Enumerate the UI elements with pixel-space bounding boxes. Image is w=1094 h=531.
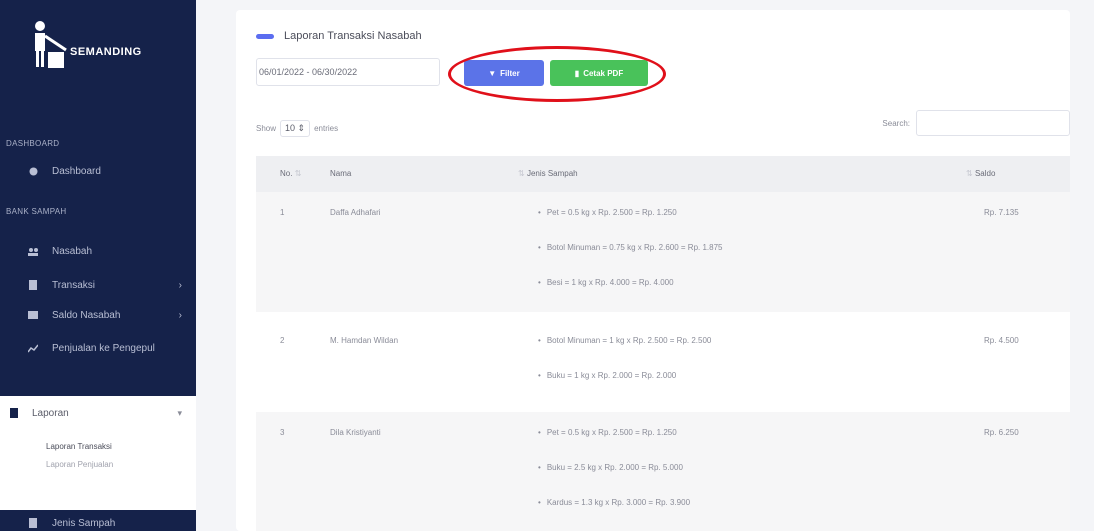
col-saldo[interactable]: ⇅ Saldo (966, 169, 995, 178)
submenu-laporan-penjualan[interactable]: Laporan Penjualan (46, 460, 113, 469)
laporan-submenu: Laporan ▾ Laporan Transaksi Laporan Penj… (0, 396, 196, 510)
file-pdf-icon: ▮ (574, 68, 580, 78)
sidebar: SEMANDING DASHBOARD Dashboard BANK SAMPA… (0, 0, 196, 531)
show-label: Show (256, 124, 277, 133)
submenu-laporan-transaksi[interactable]: Laporan Transaksi (46, 442, 112, 451)
cell-jenis: Pet = 0.5 kg x Rp. 2.500 = Rp. 1.250 Bot… (538, 208, 723, 313)
list-item: Botol Minuman = 1 kg x Rp. 2.500 = Rp. 2… (538, 336, 712, 371)
cell-nama: M. Hamdan Wildan (330, 336, 399, 345)
page-title: Laporan Transaksi Nasabah (256, 30, 422, 42)
list-item: Kardus = 1.3 kg x Rp. 3.000 = Rp. 3.900 (538, 498, 690, 531)
list-item: Pet = 0.5 kg x Rp. 2.500 = Rp. 1.250 (538, 428, 690, 463)
entries-select[interactable]: 10 ⇕ (280, 120, 311, 137)
col-no[interactable]: No. ⇅ (280, 169, 301, 178)
list-item: Botol Minuman = 0.75 kg x Rp. 2.600 = Rp… (538, 243, 723, 278)
sidebar-item-transaksi[interactable]: Transaksi › (0, 272, 196, 298)
sidebar-item-penjualan[interactable]: Penjualan ke Pengepul (0, 335, 196, 361)
cell-nama: Daffa Adhafari (330, 208, 381, 217)
filter-icon: ▼ (488, 68, 497, 78)
cell-saldo: Rp. 7.135 (984, 208, 1019, 217)
sidebar-item-jenis-sampah[interactable]: Jenis Sampah (0, 510, 196, 531)
table-row: 3 Dila Kristiyanti Pet = 0.5 kg x Rp. 2.… (256, 412, 1070, 531)
col-nama[interactable]: Nama (330, 169, 351, 178)
entries-label: entries (314, 124, 339, 133)
search: Search: (882, 110, 1070, 136)
col-jenis[interactable]: ⇅ Jenis Sampah (518, 169, 578, 178)
brand-name: SEMANDING (70, 46, 142, 58)
sort-icon: ⇅ (966, 169, 973, 178)
filter-button[interactable]: ▼ Filter (464, 60, 544, 86)
sidebar-item-laporan[interactable]: Laporan ▾ (10, 396, 196, 430)
filter-button-label: Filter (500, 68, 520, 78)
col-nama-label: Nama (330, 169, 352, 178)
table-row: 2 M. Hamdan Wildan Botol Minuman = 1 kg … (256, 320, 1070, 410)
cell-saldo: Rp. 6.250 (984, 428, 1019, 437)
col-no-label: No. (280, 169, 293, 178)
entries-value: 10 (285, 123, 296, 133)
cell-jenis: Pet = 0.5 kg x Rp. 2.500 = Rp. 1.250 Buk… (538, 428, 690, 531)
search-label: Search: (882, 118, 910, 128)
sort-icon: ⇅ (518, 169, 525, 178)
sidebar-item-label: Transaksi (52, 279, 95, 291)
chart-icon (28, 343, 38, 353)
wallet-icon (28, 310, 38, 320)
sidebar-item-label: Saldo Nasabah (52, 309, 121, 321)
sidebar-item-saldo-nasabah[interactable]: Saldo Nasabah › (0, 302, 196, 328)
col-saldo-label: Saldo (974, 169, 996, 178)
title-accent (256, 33, 274, 39)
cell-jenis: Botol Minuman = 1 kg x Rp. 2.500 = Rp. 2… (538, 336, 712, 406)
col-jenis-label: Jenis Sampah (526, 169, 578, 178)
chevron-down-icon: ▾ (177, 407, 182, 418)
cell-no: 1 (280, 208, 285, 217)
cell-no: 3 (280, 428, 285, 437)
cetak-pdf-button[interactable]: ▮ Cetak PDF (550, 60, 648, 86)
users-icon (28, 246, 38, 256)
sidebar-item-label: Nasabah (52, 245, 93, 257)
section-dashboard: DASHBOARD (6, 139, 60, 148)
list-item: Besi = 1 kg x Rp. 4.000 = Rp. 4.000 (538, 278, 722, 313)
brand-logo[interactable]: SEMANDING (30, 18, 190, 78)
sidebar-item-nasabah[interactable]: Nasabah (0, 238, 196, 264)
trash-icon (28, 518, 38, 528)
pdf-button-label: Cetak PDF (583, 68, 624, 78)
sidebar-item-label: Laporan (32, 407, 69, 419)
cell-nama: Dila Kristiyanti (330, 428, 381, 437)
sort-icon: ⇅ (294, 169, 302, 178)
search-input[interactable] (916, 110, 1070, 136)
list-item: Buku = 2.5 kg x Rp. 2.000 = Rp. 5.000 (538, 463, 690, 498)
book-icon (10, 408, 18, 418)
cell-saldo: Rp. 4.500 (984, 336, 1019, 345)
table-header: No. ⇅ Nama ⇅ Jenis Sampah ⇅ Saldo (256, 156, 1070, 192)
list-item: Buku = 1 kg x Rp. 2.000 = Rp. 2.000 (538, 371, 711, 406)
receipt-icon (28, 280, 38, 290)
report-card: Laporan Transaksi Nasabah 06/01/2022 - 0… (236, 10, 1070, 531)
date-range-input[interactable]: 06/01/2022 - 06/30/2022 (256, 58, 440, 86)
cell-no: 2 (280, 336, 285, 345)
trash-person-logo-icon (35, 21, 67, 68)
page-title-text: Laporan Transaksi Nasabah (284, 30, 422, 42)
chevron-right-icon: › (178, 279, 182, 291)
sidebar-item-dashboard[interactable]: Dashboard (0, 158, 196, 184)
show-entries: Show 10 ⇕ entries (256, 120, 338, 137)
sidebar-item-label: Jenis Sampah (52, 517, 116, 529)
sidebar-item-label: Dashboard (52, 165, 101, 177)
table-row: 1 Daffa Adhafari Pet = 0.5 kg x Rp. 2.50… (256, 192, 1070, 312)
list-item: Pet = 0.5 kg x Rp. 2.500 = Rp. 1.250 (538, 208, 722, 243)
section-bank-sampah: BANK SAMPAH (6, 207, 67, 216)
gauge-icon (28, 166, 38, 176)
sidebar-item-label: Penjualan ke Pengepul (52, 342, 155, 354)
chevron-right-icon: › (178, 309, 182, 321)
